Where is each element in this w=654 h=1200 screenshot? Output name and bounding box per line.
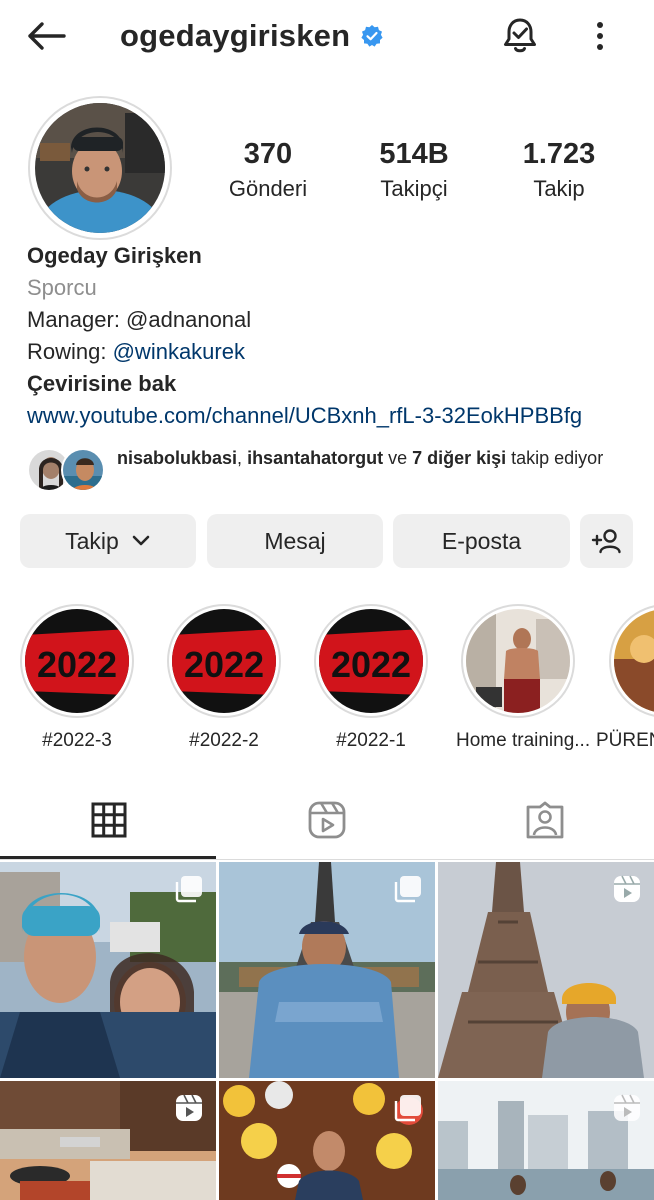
followers-label: Takipçi	[380, 176, 448, 201]
post-thumbnail[interactable]	[438, 862, 654, 1078]
followed-by-text: nisabolukbasi, ihsantahatorgut ve 7 diğe…	[117, 446, 627, 471]
profile-tabs	[0, 780, 654, 860]
arrow-left-icon	[28, 22, 66, 50]
top-bar: ogedaygirisken	[0, 0, 654, 72]
email-button-label: E-posta	[441, 527, 522, 554]
bio-rowing-prefix: Rowing:	[27, 339, 113, 364]
tabs-divider	[0, 859, 654, 860]
bio-rowing-line: Rowing: @winkakurek	[27, 336, 647, 368]
more-vertical-icon	[597, 22, 603, 50]
highlight-cover-text: 2022	[184, 644, 264, 685]
followed-by-and: ve	[383, 448, 413, 468]
following-button-label: Takip	[65, 527, 119, 554]
followed-by[interactable]: nisabolukbasi, ihsantahatorgut ve 7 diğe…	[27, 446, 627, 496]
reels-icon	[308, 801, 346, 839]
more-options-button[interactable]	[580, 14, 620, 58]
posts-count: 370	[243, 138, 293, 170]
email-button[interactable]: E-posta	[393, 514, 570, 568]
highlight-item[interactable]: Home training...	[456, 604, 591, 752]
stat-posts[interactable]: 370 Gönderi	[198, 136, 338, 206]
highlight-ring	[609, 604, 654, 718]
display-name: Ogeday Girişken	[27, 243, 202, 268]
profile-bio: Ogeday Girişken Sporcu Manager: @adnanon…	[27, 240, 647, 432]
notifications-button[interactable]	[496, 14, 544, 58]
post-thumbnail[interactable]	[219, 1081, 435, 1200]
highlight-item[interactable]: 2022 #2022-3	[15, 604, 139, 752]
following-count: 1.723	[522, 138, 596, 170]
reels-icon	[614, 1094, 640, 1121]
profile-category: Sporcu	[27, 275, 97, 300]
post-thumbnail[interactable]	[0, 862, 216, 1078]
highlight-cover: 2022	[172, 609, 276, 713]
post-thumbnail[interactable]	[219, 862, 435, 1078]
profile-stats: 370 Gönderi 514B Takipçi 1.723 Takip	[0, 136, 654, 216]
chevron-down-icon	[132, 535, 150, 546]
avatar	[61, 448, 105, 492]
bio-mention-link[interactable]: @winkakurek	[113, 339, 245, 364]
stat-following[interactable]: 1.723 Takip	[489, 136, 629, 206]
bell-check-icon	[504, 18, 536, 53]
highlight-label: #2022-2	[189, 730, 259, 751]
bio-manager-line: Manager: @adnanonal	[27, 307, 252, 332]
highlight-cover: 2022	[25, 609, 129, 713]
followed-by-separator: ,	[237, 448, 248, 468]
multi-photo-icon	[394, 1095, 421, 1122]
highlight-label: #2022-3	[42, 730, 112, 751]
bio-website-link[interactable]: www.youtube.com/channel/UCBxnh_rfL-3-32E…	[27, 400, 647, 432]
highlight-ring: 2022	[167, 604, 281, 718]
highlight-cover	[466, 609, 570, 713]
highlight-item[interactable]: PÜREN	[596, 604, 654, 752]
grid-icon	[91, 802, 127, 838]
followed-by-user-2[interactable]: ihsantahatorgut	[247, 448, 383, 468]
highlight-ring: 2022	[314, 604, 428, 718]
posts-label: Gönderi	[228, 176, 308, 201]
tab-reels[interactable]	[218, 780, 436, 860]
post-thumbnail[interactable]	[438, 1081, 654, 1200]
followers-count: 514B	[379, 138, 449, 170]
translate-link[interactable]: Çevirisine bak	[27, 368, 647, 400]
multi-photo-icon	[175, 876, 202, 903]
tab-tagged[interactable]	[436, 780, 654, 860]
followed-by-user-1[interactable]: nisabolukbasi	[117, 448, 237, 468]
reels-icon	[614, 875, 640, 902]
highlight-item[interactable]: 2022 #2022-2	[162, 604, 286, 752]
highlight-label: #2022-1	[336, 730, 406, 751]
add-person-icon	[591, 529, 621, 554]
highlight-label: Home training...	[456, 730, 591, 751]
story-highlights: 2022 #2022-3 2022 #2022-2 2022 #2022-1 H…	[0, 600, 654, 760]
multi-photo-icon	[394, 876, 421, 903]
back-button[interactable]	[22, 16, 70, 56]
highlight-item[interactable]: 2022 #2022-1	[309, 604, 433, 752]
highlight-cover: 2022	[319, 609, 423, 713]
followed-by-others[interactable]: 7 diğer kişi	[412, 448, 506, 468]
tab-grid[interactable]	[0, 780, 218, 860]
stat-followers[interactable]: 514B Takipçi	[344, 136, 484, 206]
highlight-ring: 2022	[20, 604, 134, 718]
username-title: ogedaygirisken	[120, 18, 351, 53]
profile-actions: Takip Mesaj E-posta	[20, 514, 634, 568]
highlight-label: PÜREN	[596, 730, 654, 751]
posts-grid	[0, 862, 654, 1200]
profile-username-header: ogedaygirisken	[120, 14, 384, 58]
followed-by-avatars	[27, 446, 107, 492]
highlight-cover	[614, 609, 654, 713]
following-label: Takip	[533, 176, 585, 201]
message-button[interactable]: Mesaj	[207, 514, 383, 568]
suggest-people-button[interactable]	[580, 514, 633, 568]
highlight-cover-text: 2022	[37, 644, 117, 685]
verified-badge-icon	[360, 24, 384, 48]
highlight-cover-text: 2022	[331, 644, 411, 685]
highlight-ring	[461, 604, 575, 718]
reels-icon	[176, 1094, 202, 1121]
post-thumbnail[interactable]	[0, 1081, 216, 1200]
message-button-label: Mesaj	[264, 527, 326, 554]
following-button[interactable]: Takip	[20, 514, 196, 568]
followed-by-suffix: takip ediyor	[506, 448, 604, 468]
tagged-person-icon	[526, 801, 564, 839]
